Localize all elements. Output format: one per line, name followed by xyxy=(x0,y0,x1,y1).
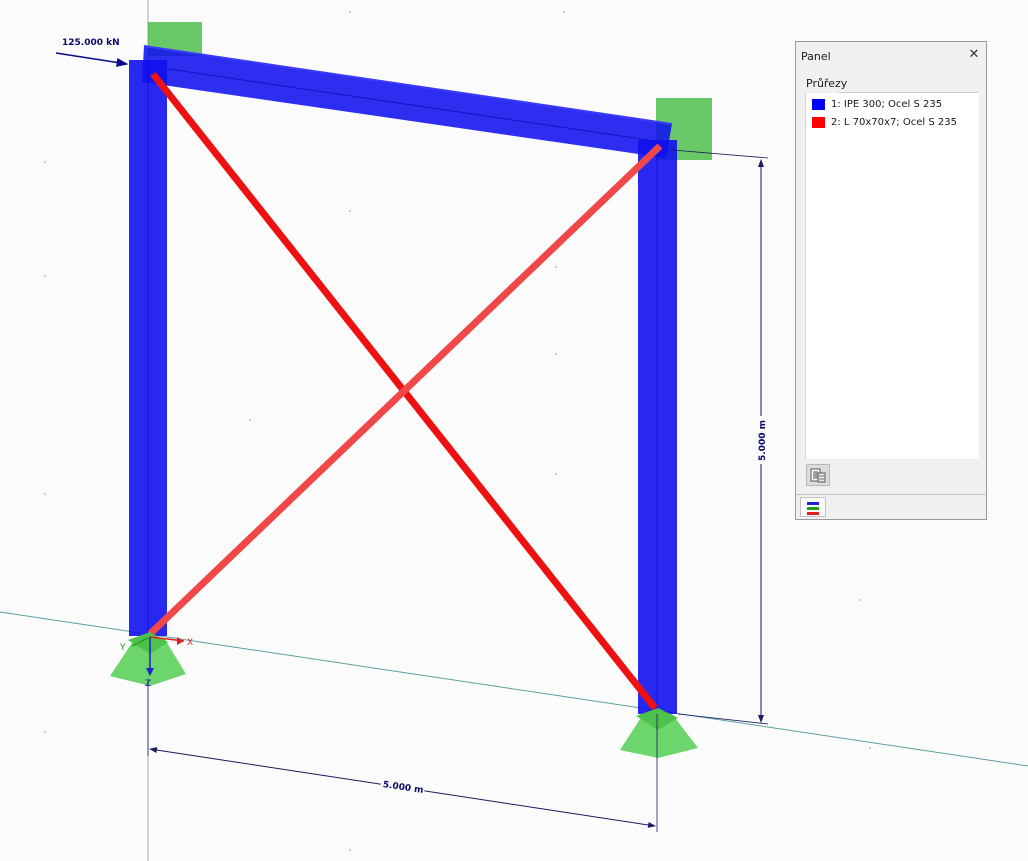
brace-diagonal-2[interactable] xyxy=(147,143,663,637)
dimension-width[interactable]: 5.000 m xyxy=(147,680,658,832)
column-left[interactable] xyxy=(129,60,167,636)
close-icon[interactable]: ✕ xyxy=(966,47,982,63)
load-arrow[interactable]: 125.000 kN xyxy=(55,38,129,67)
height-dimension-label: 5.000 m xyxy=(758,420,768,461)
legend-tab[interactable] xyxy=(800,497,826,517)
legend-item-label: 1: IPE 300; Ocel S 235 xyxy=(831,98,943,110)
load-label: 125.000 kN xyxy=(62,38,120,48)
section-title: Průřezy xyxy=(806,77,848,90)
legend-item-label: 2: L 70x70x7; Ocel S 235 xyxy=(831,116,957,128)
panel-settings-button[interactable] xyxy=(806,464,830,486)
column-right[interactable] xyxy=(638,140,677,714)
legend-item[interactable]: 1: IPE 300; Ocel S 235 xyxy=(812,97,942,111)
panel-title: Panel xyxy=(801,50,831,63)
section-settings-icon xyxy=(810,468,826,483)
panel-divider xyxy=(796,494,986,495)
legend-list: 1: IPE 300; Ocel S 235 2: L 70x70x7; Oce… xyxy=(805,93,979,459)
color-swatch xyxy=(812,116,825,128)
support-bottom-right xyxy=(620,708,698,758)
legend-panel: Panel ✕ Průřezy 1: IPE 300; Ocel S 235 2… xyxy=(795,41,987,520)
color-swatch xyxy=(812,98,825,110)
y-axis-label: Y xyxy=(119,643,126,653)
legend-item[interactable]: 2: L 70x70x7; Ocel S 235 xyxy=(812,115,957,129)
panel-titlebar[interactable]: Panel ✕ xyxy=(796,42,986,70)
beam-top[interactable] xyxy=(141,45,673,158)
dimension-height[interactable]: 5.000 m xyxy=(671,149,769,725)
x-axis-label: X xyxy=(187,638,193,648)
grid-points xyxy=(44,11,871,851)
